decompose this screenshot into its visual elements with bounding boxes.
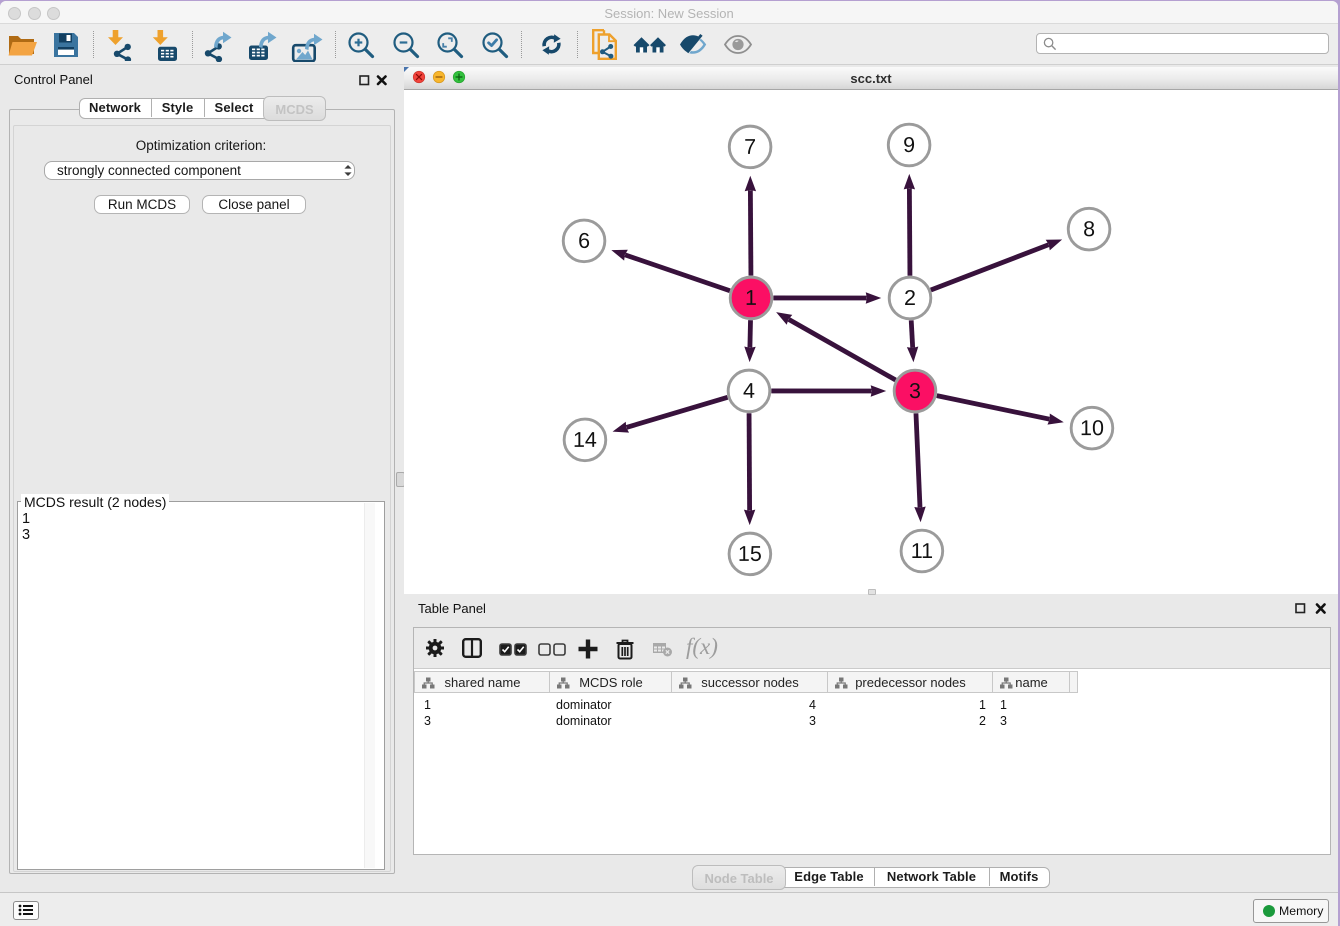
svg-text:3: 3 (909, 379, 921, 403)
svg-text:8: 8 (1083, 217, 1095, 241)
svg-text:11: 11 (911, 539, 933, 563)
svg-text:15: 15 (738, 542, 762, 566)
svg-text:10: 10 (1080, 416, 1104, 440)
svg-text:7: 7 (744, 135, 756, 159)
svg-text:6: 6 (578, 229, 590, 253)
svg-text:14: 14 (573, 428, 597, 452)
svg-text:2: 2 (904, 286, 916, 310)
svg-text:4: 4 (743, 379, 755, 403)
svg-text:9: 9 (903, 133, 915, 157)
svg-text:1: 1 (745, 286, 757, 310)
